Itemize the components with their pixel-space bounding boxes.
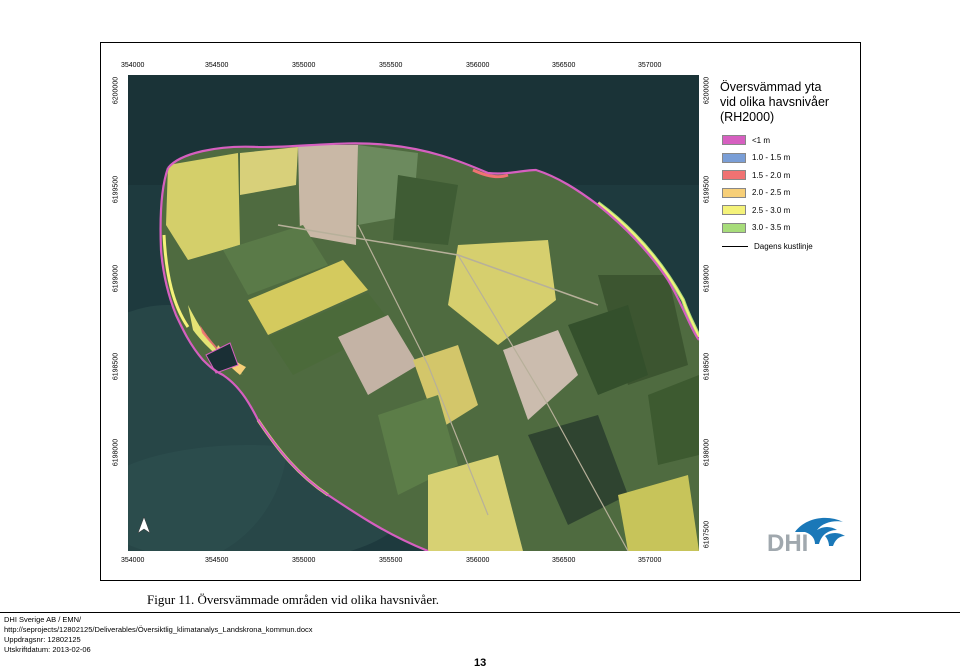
legend-label: 1.0 - 1.5 m [752, 153, 791, 162]
legend-item: 1.5 - 2.0 m [722, 169, 790, 181]
x-tick-label-top: 354000 [121, 62, 145, 69]
legend-item: 3.0 - 3.5 m [722, 222, 790, 234]
x-tick-label-top: 355500 [379, 62, 403, 69]
legend-swatch [722, 135, 746, 145]
y-tick-label-left: 6199000 [112, 264, 120, 293]
x-tick-label-top: 357000 [638, 62, 662, 69]
x-tick-label-bottom: 356500 [552, 557, 576, 564]
dhi-logo-text: DHI [767, 530, 809, 557]
figure-caption: Figur 11. Översvämmade områden vid olika… [147, 592, 439, 607]
legend-swatch [722, 187, 746, 198]
legend-label: <1 m [752, 135, 771, 145]
legend-label: 3.0 - 3.5 m [752, 223, 791, 232]
legend-title: Översvämmad yta vid olika havsnivåer (RH… [720, 80, 860, 125]
y-tick-label-right: 6199500 [703, 175, 711, 204]
legend-swatch [722, 170, 746, 180]
footer-company: DHI Sverige AB / EMN/ [4, 615, 82, 624]
legend-title-line: (RH2000) [720, 110, 775, 124]
x-tick-label-top: 356000 [466, 62, 490, 69]
x-tick-label-bottom: 354500 [205, 557, 229, 564]
dhi-logo: DHI [765, 510, 850, 560]
x-tick-label-top: 355000 [292, 62, 316, 69]
page-number: 13 [474, 657, 487, 669]
y-tick-label-right: 6197500 [703, 520, 711, 549]
y-tick-label-right: 6199000 [703, 264, 711, 293]
legend-swatch [722, 152, 746, 163]
coastline-line-icon [722, 245, 748, 247]
legend-title-line: Översvämmad yta [720, 80, 822, 94]
x-tick-label-top: 356500 [552, 62, 576, 69]
x-tick-label-bottom: 357000 [638, 557, 662, 564]
footer-project-number: Uppdragsnr: 12802125 [4, 635, 81, 644]
legend-item: <1 m [722, 134, 770, 146]
footer-divider [0, 612, 960, 613]
footer-print-date: Utskriftdatum: 2013-02-06 [4, 645, 91, 654]
legend-swatch [722, 222, 746, 233]
x-tick-label-bottom: 354000 [121, 557, 145, 564]
y-tick-label-left: 6200000 [112, 76, 120, 105]
footer-path: http://seprojects/12802125/Deliverables/… [4, 625, 313, 634]
legend-item: 1.0 - 1.5 m [722, 152, 790, 164]
y-tick-label-right: 6198000 [703, 438, 711, 467]
y-tick-label-left: 6199500 [112, 175, 120, 204]
legend-label: 2.0 - 2.5 m [752, 188, 791, 197]
y-tick-label-left: 6198500 [112, 352, 120, 381]
legend-swatch [722, 205, 746, 215]
y-tick-label-left: 6198000 [112, 438, 120, 467]
x-tick-label-top: 354500 [205, 62, 229, 69]
x-tick-label-bottom: 355500 [379, 557, 403, 564]
x-tick-label-bottom: 356000 [466, 557, 490, 564]
legend-item: 2.0 - 2.5 m [722, 187, 790, 199]
x-tick-label-bottom: 355000 [292, 557, 316, 564]
aerial-map [128, 75, 699, 551]
y-tick-label-right: 6200000 [703, 76, 711, 105]
legend-label: 1.5 - 2.0 m [752, 170, 791, 180]
y-tick-label-right: 6198500 [703, 352, 711, 381]
legend-title-line: vid olika havsnivåer [720, 95, 830, 109]
legend-label: Dagens kustlinje [754, 241, 813, 251]
legend-label: 2.5 - 3.0 m [752, 205, 791, 215]
legend-item: 2.5 - 3.0 m [722, 204, 790, 216]
legend-coastline: Dagens kustlinje [722, 240, 813, 252]
